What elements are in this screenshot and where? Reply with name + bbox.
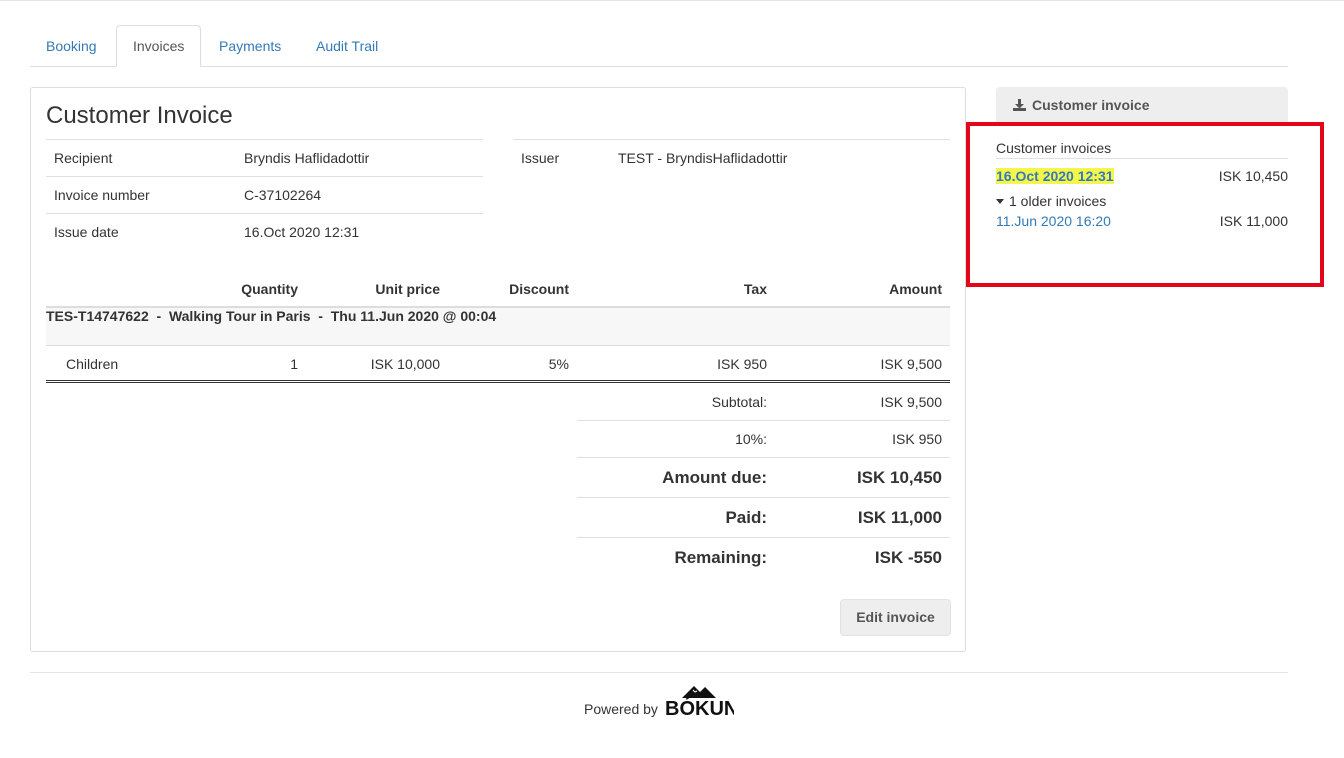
customer-invoices-list: Customer invoices 16.Oct 2020 12:31 ISK … [996, 140, 1288, 229]
paid-value: ISK 11,000 [857, 508, 942, 527]
invoice-summary: Subtotal: ISK 9,500 10%: ISK 950 Amount … [577, 384, 950, 578]
issue-date-value: 16.Oct 2020 12:31 [244, 224, 360, 240]
tab-invoices[interactable]: Invoices [116, 25, 202, 67]
issue-date-label: Issue date [54, 224, 119, 240]
current-invoice-row: 16.Oct 2020 12:31 ISK 10,450 [996, 168, 1288, 186]
quantity-header: Quantity [241, 281, 298, 297]
brand-wordmark: BÓKUN [665, 696, 734, 718]
customer-invoices-heading: Customer invoices [996, 140, 1288, 159]
tax-rate-label: 10%: [735, 431, 767, 447]
line-item-discount: 5% [548, 356, 569, 372]
download-icon [1013, 99, 1026, 111]
amount-header: Amount [889, 281, 942, 297]
invoice-number-value: C-37102264 [244, 187, 322, 203]
tab-booking[interactable]: Booking [30, 25, 113, 67]
recipient-value: Bryndis Haflidadottir [244, 150, 370, 166]
line-item-quantity: 1 [290, 356, 298, 372]
amount-due-value: ISK 10,450 [856, 468, 942, 487]
booking-group-row: TES-T14747622 - Walking Tour in Paris - … [46, 308, 950, 346]
subtotal-label: Subtotal: [711, 394, 767, 410]
subtotal-value: ISK 9,500 [880, 394, 943, 410]
tax-value: ISK 950 [892, 431, 942, 447]
issuer-row: Issuer TEST - BryndisHaflidadottir [513, 140, 950, 177]
issue-date-row: Issue date 16.Oct 2020 12:31 [46, 214, 483, 251]
powered-by-text: Powered by [584, 701, 658, 717]
unit-price-header: Unit price [375, 281, 440, 297]
remaining-row: Remaining: ISK -550 [577, 538, 950, 578]
line-item-tax: ISK 950 [717, 356, 767, 372]
download-button-label: Customer invoice [1032, 97, 1150, 113]
older-invoice-link[interactable]: 11.Jun 2020 16:20 [996, 213, 1111, 229]
issuer-label: Issuer [521, 150, 560, 166]
download-customer-invoice-button[interactable]: Customer invoice [996, 87, 1288, 124]
current-invoice-amount: ISK 10,450 [1218, 168, 1288, 184]
recipient-info: Recipient Bryndis Haflidadottir Invoice … [46, 139, 483, 251]
amount-due-label: Amount due: [662, 468, 767, 487]
tax-header: Tax [743, 281, 767, 297]
line-item-row: Children 1 ISK 10,000 5% ISK 950 ISK 9,5… [46, 346, 950, 383]
subtotal-row: Subtotal: ISK 9,500 [577, 384, 950, 421]
paid-label: Paid: [725, 508, 767, 527]
remaining-label: Remaining: [674, 548, 767, 567]
tax-row: 10%: ISK 950 [577, 421, 950, 458]
current-invoice-link[interactable]: 16.Oct 2020 12:31 [996, 168, 1114, 184]
tab-audit-trail[interactable]: Audit Trail [300, 25, 394, 67]
older-invoice-row: 11.Jun 2020 16:20 ISK 11,000 [996, 213, 1288, 231]
line-items-header: Quantity Unit price Discount Tax Amount [46, 269, 950, 308]
recipient-row: Recipient Bryndis Haflidadottir [46, 140, 483, 177]
older-invoices-toggle[interactable]: 1 older invoices [996, 193, 1106, 209]
paid-row: Paid: ISK 11,000 [577, 498, 950, 538]
line-item-amount: ISK 9,500 [880, 356, 943, 372]
edit-invoice-button[interactable]: Edit invoice [840, 599, 951, 636]
invoice-number-row: Invoice number C-37102264 [46, 177, 483, 214]
issuer-value: TEST - BryndisHaflidadottir [618, 150, 788, 166]
footer-divider [30, 672, 1288, 673]
amount-due-row: Amount due: ISK 10,450 [577, 458, 950, 498]
discount-header: Discount [509, 281, 569, 297]
booking-group-label: TES-T14747622 - Walking Tour in Paris - … [46, 308, 497, 324]
top-divider [0, 0, 1344, 1]
invoice-number-label: Invoice number [54, 187, 150, 203]
caret-down-icon [996, 199, 1004, 204]
remaining-value: ISK -550 [874, 548, 942, 567]
tab-bar: Booking Invoices Payments Audit Trail [30, 25, 1288, 67]
invoice-panel: Customer Invoice Recipient Bryndis Hafli… [30, 87, 966, 652]
invoice-title: Customer Invoice [46, 102, 233, 129]
issuer-info: Issuer TEST - BryndisHaflidadottir [513, 139, 950, 177]
line-item-name: Children [66, 356, 119, 372]
bokun-logo[interactable]: BÓKUN [664, 684, 734, 718]
recipient-label: Recipient [54, 150, 113, 166]
line-item-unit-price: ISK 10,000 [370, 356, 440, 372]
tab-payments[interactable]: Payments [203, 25, 297, 67]
older-invoice-amount: ISK 11,000 [1219, 213, 1288, 229]
older-invoices-label: 1 older invoices [1009, 193, 1107, 209]
